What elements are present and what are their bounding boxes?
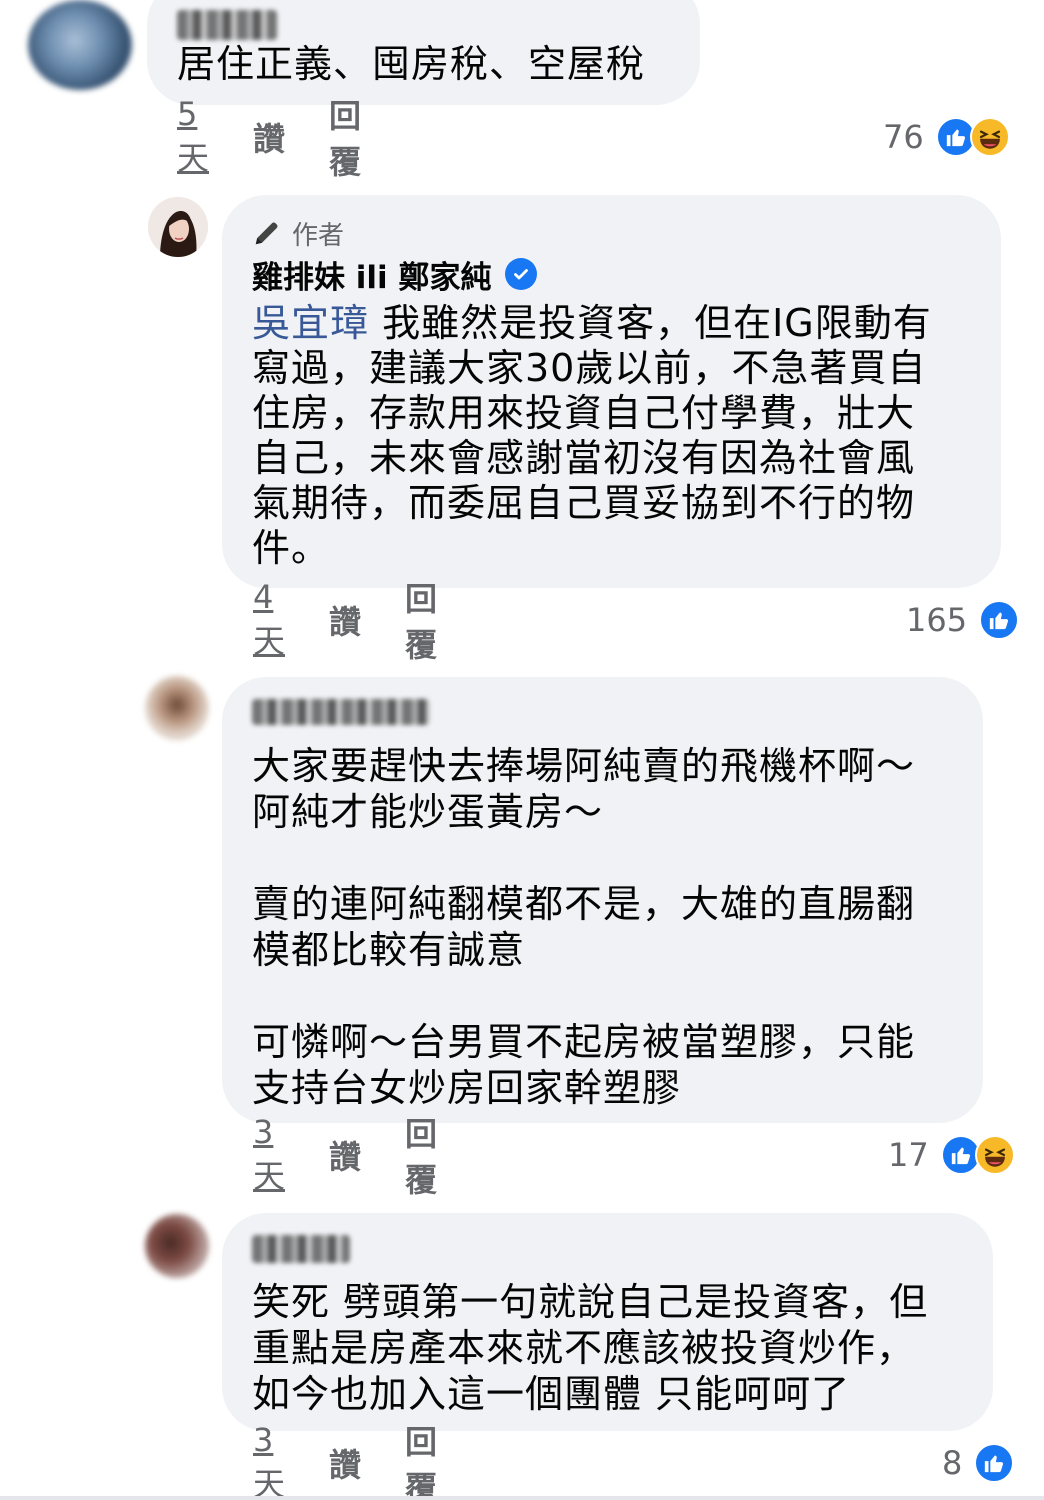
commenter-name-redacted[interactable] — [177, 10, 277, 40]
reply-button[interactable]: 回覆 — [405, 1417, 437, 1500]
author-avatar[interactable] — [148, 197, 208, 257]
commenter-name-row: 雞排妹 ili 鄭家純 — [252, 251, 971, 297]
like-icon — [979, 600, 1020, 640]
divider — [0, 1496, 1044, 1500]
avatar[interactable] — [28, 0, 132, 90]
comment-timestamp[interactable]: 4天 — [253, 578, 285, 662]
reaction-count: 17 — [888, 1136, 929, 1174]
comment-timestamp[interactable]: 3天 — [253, 1421, 285, 1500]
like-button[interactable]: 讚 — [329, 1132, 361, 1178]
like-button[interactable]: 讚 — [253, 114, 285, 160]
reaction-count: 76 — [883, 118, 924, 156]
commenter-name-redacted[interactable] — [252, 699, 430, 725]
author-badge-label: 作者 — [292, 220, 345, 251]
comment-text: 大家要趕快去捧場阿純賣的飛機杯啊～ 阿純才能炒蛋黃房～ 賣的連阿純翻模都不是，大… — [252, 744, 916, 1110]
avatar[interactable] — [145, 1214, 209, 1278]
comment-text: 笑死 劈頭第一句就說自己是投資客，但 重點是房產本來就不應該被投資炒作， 如今也… — [252, 1280, 929, 1416]
reply-button[interactable]: 回覆 — [329, 91, 361, 183]
comment-timestamp[interactable]: 3天 — [253, 1113, 285, 1197]
reaction-count: 8 — [942, 1444, 963, 1482]
comment-text: 吳宜璋 我雖然是投資客，但在IG限動有 寫過，建議大家30歲以前，不急著買自 住… — [252, 301, 971, 571]
mention-link[interactable]: 吳宜璋 — [252, 301, 369, 345]
author-badge: 作者 — [252, 215, 971, 251]
comment-bubble: 作者 雞排妹 ili 鄭家純 吳宜璋 我雖然是投資客，但在IG限動有 寫過，建議… — [222, 195, 1001, 588]
verified-badge-icon — [505, 258, 538, 290]
comment-bubble: 笑死 劈頭第一句就說自己是投資客，但 重點是房產本來就不應該被投資炒作， 如今也… — [222, 1213, 993, 1431]
like-icon — [974, 1443, 1015, 1483]
like-button[interactable]: 讚 — [329, 597, 361, 643]
comment-timestamp[interactable]: 5天 — [177, 95, 209, 179]
comment-actions: 3天 讚 回覆 — [253, 1113, 437, 1199]
commenter-name-redacted[interactable] — [252, 1235, 350, 1263]
reaction-summary[interactable]: 76 — [883, 114, 1010, 160]
reaction-summary[interactable]: 165 — [906, 597, 1020, 643]
reaction-summary[interactable]: 8 — [942, 1440, 1015, 1486]
reaction-summary[interactable]: 17 — [888, 1132, 1015, 1178]
comment-bubble: 居住正義、囤房稅、空屋稅 — [147, 0, 700, 105]
like-button[interactable]: 讚 — [329, 1440, 361, 1486]
comment-actions: 5天 讚 回覆 — [177, 95, 361, 181]
comment-actions: 4天 讚 回覆 — [253, 578, 437, 664]
commenter-name[interactable]: 雞排妹 ili 鄭家純 — [252, 252, 491, 297]
pencil-icon — [252, 218, 282, 248]
haha-icon — [974, 1135, 1015, 1175]
comment-bubble: 大家要趕快去捧場阿純賣的飛機杯啊～ 阿純才能炒蛋黃房～ 賣的連阿純翻模都不是，大… — [222, 677, 983, 1123]
reaction-count: 165 — [906, 601, 968, 639]
avatar[interactable] — [145, 676, 209, 740]
reply-button[interactable]: 回覆 — [405, 574, 437, 666]
haha-icon — [969, 117, 1010, 157]
comment-text: 居住正義、囤房稅、空屋稅 — [177, 42, 646, 86]
reply-button[interactable]: 回覆 — [405, 1109, 437, 1201]
comment-actions: 3天 讚 回覆 — [253, 1421, 437, 1500]
